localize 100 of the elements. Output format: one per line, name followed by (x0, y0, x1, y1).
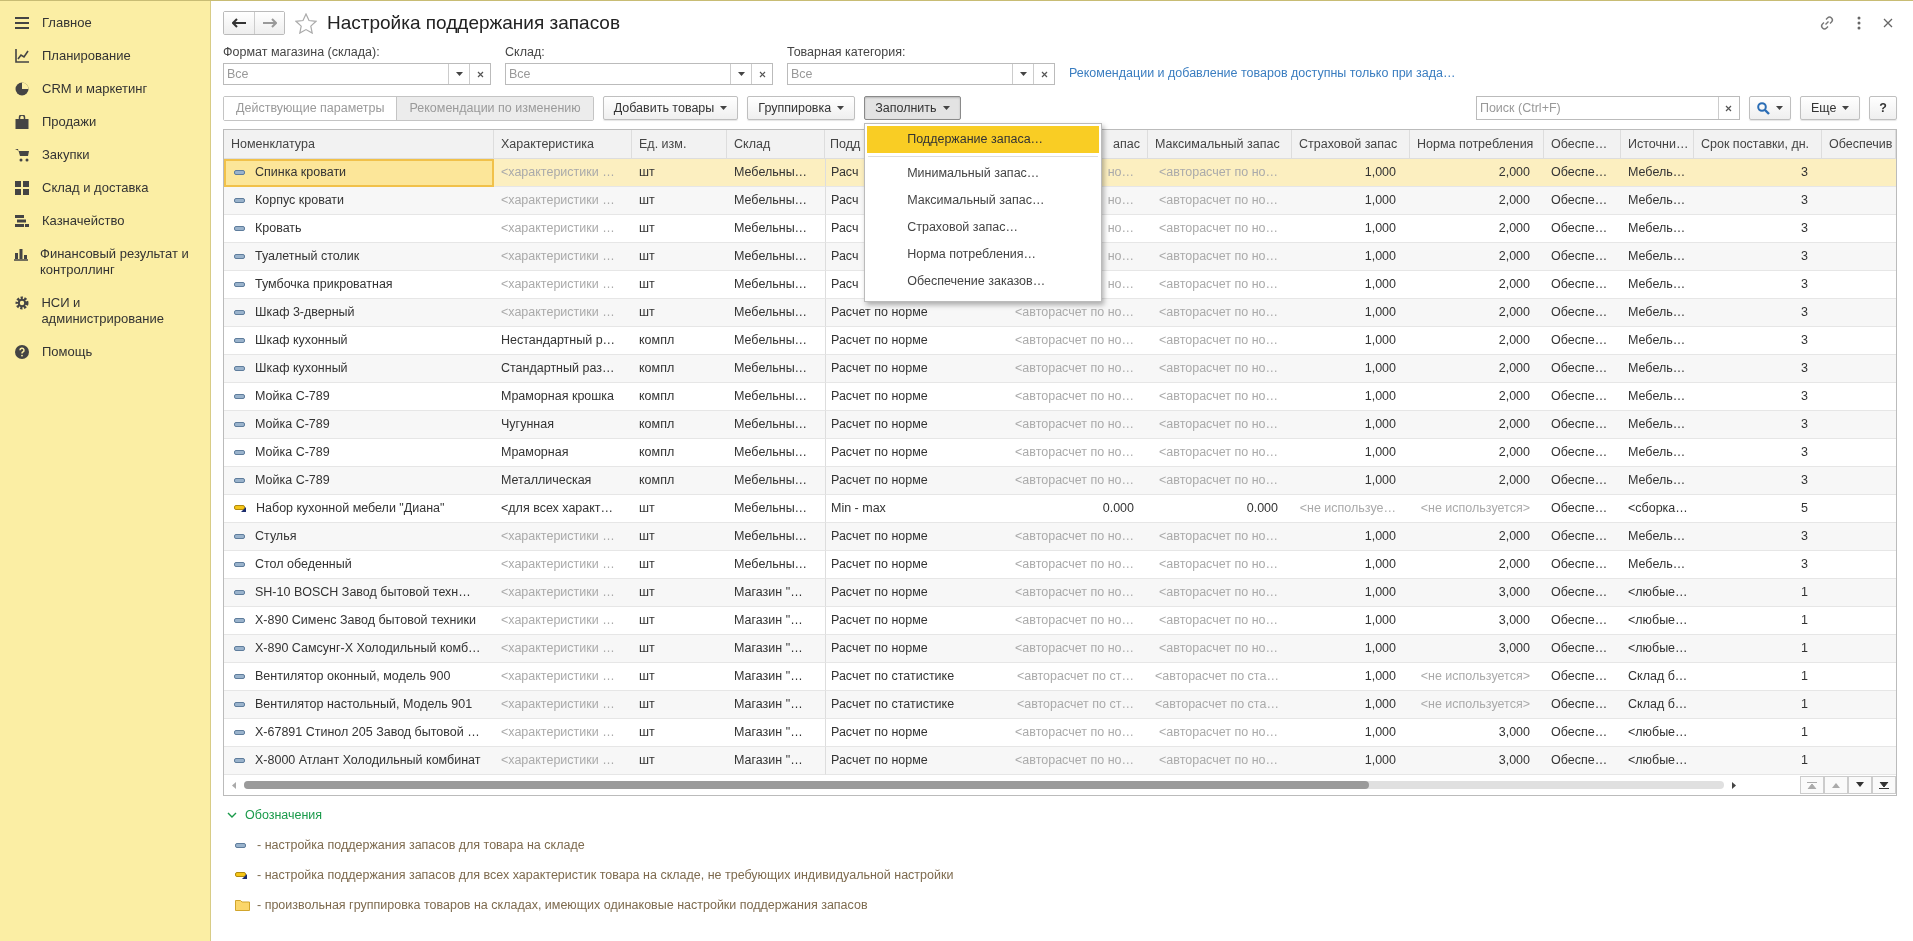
table-cell: <характеристики … (494, 579, 632, 607)
column-header[interactable]: Ед. изм. (632, 130, 727, 159)
table-cell: Мебельны… (727, 243, 825, 271)
table-cell: 2,000 (1410, 355, 1544, 383)
table-cell: компл (632, 411, 727, 439)
table-cell: компл (632, 355, 727, 383)
dropdown-icon[interactable] (737, 72, 745, 76)
table-cell: Расчет по норме (825, 299, 1005, 327)
table-cell: 1,000 (1292, 635, 1410, 663)
table-cell: Склад б… (1621, 691, 1694, 719)
last-page-button[interactable] (1872, 776, 1896, 794)
item-name: Спинка кровати (255, 164, 347, 181)
sidebar-item[interactable]: Продажи (0, 106, 210, 139)
menu-item[interactable]: Максимальный запас… (867, 187, 1100, 214)
column-header[interactable]: Обеспе… (1544, 130, 1621, 159)
clear-icon[interactable] (476, 70, 484, 78)
notice-link[interactable]: Рекомендации и добавление товаров доступны только при зада… (1069, 66, 1456, 85)
scrollbar-thumb[interactable] (244, 781, 1369, 789)
toolbar-button[interactable]: Группировка (747, 96, 856, 120)
item-icon (234, 338, 245, 343)
item-icon (234, 422, 245, 427)
item-name: Х-890 Сименс Завод бытовой техники (255, 612, 476, 629)
table-cell: Мебельны… (727, 467, 825, 495)
table-row[interactable]: Вентилятор настольный, Модель 901 <характеристики … шт Магазин "… Расчет по статистике <авторасчет по ст… <авторасчет по ста… 1,000 <не используется> Обеспе… Склад б… 1 (224, 691, 1896, 719)
sidebar-item[interactable]: Планирование (0, 40, 210, 73)
clear-icon[interactable] (758, 70, 766, 78)
filter-field[interactable]: Все (223, 63, 491, 85)
sidebar-item[interactable]: НСИ и администрирование (0, 287, 210, 336)
column-header[interactable]: Срок поставки, дн. (1694, 130, 1822, 159)
dropdown-icon[interactable] (455, 72, 463, 76)
clear-icon[interactable] (1725, 104, 1733, 112)
column-header[interactable]: Номенклатура (224, 130, 494, 159)
scrollbar-track[interactable] (244, 781, 1724, 789)
down-triangle-icon (1855, 782, 1865, 788)
back-button[interactable] (224, 12, 254, 34)
sidebar-item[interactable]: Закупки (0, 139, 210, 172)
more-icon[interactable] (1857, 16, 1861, 30)
sidebar-item[interactable]: Казначейство (0, 205, 210, 238)
column-header[interactable]: Характеристика (494, 130, 632, 159)
more-button[interactable]: Еще (1799, 96, 1861, 120)
table-cell: <авторасчет по но… (1005, 635, 1148, 663)
toolbar-button[interactable]: Добавить товары (602, 96, 739, 120)
help-button[interactable]: ? (1869, 96, 1897, 120)
filter-field[interactable]: Все (787, 63, 1055, 85)
item-name: Х-890 Самсунг-Х Холодильный комб… (255, 640, 481, 657)
menu-item[interactable]: Поддержание запаса… (867, 126, 1100, 153)
item-name: Вентилятор настольный, Модель 901 (255, 696, 473, 713)
table-cell: шт (632, 523, 727, 551)
table-row[interactable]: Мойка С-789 Металлическая компл Мебельны… Расчет по норме <авторасчет по но… <авторасчет по но… 1,000 2,000 Обеспе… Мебель… 3 (224, 467, 1896, 495)
dropdown-icon[interactable] (1019, 72, 1027, 76)
column-header[interactable]: Максимальный запас (1148, 130, 1292, 159)
item-icon (234, 478, 245, 483)
sidebar-item[interactable]: Склад и доставка (0, 172, 210, 205)
table-cell: <авторасчет по но… (1148, 187, 1292, 215)
table-cell: Магазин "… (727, 691, 825, 719)
menu-item[interactable]: Норма потребления… (867, 241, 1100, 268)
column-header[interactable]: Источни… (1621, 130, 1694, 159)
toolbar-button[interactable]: Заполнить (864, 96, 961, 120)
table-cell: 2,000 (1410, 467, 1544, 495)
table-row[interactable]: Х-8000 Атлант Холодильный комбинат <характеристики … шт Магазин "… Расчет по норме <авторасчет по но… <авторасчет по но… 1,000 3,000 Обеспе… <любые… 1 (224, 747, 1896, 775)
table-row[interactable]: Мойка С-789 Чугунная компл Мебельны… Расчет по норме <авторасчет по но… <авторасчет по но… 1,000 2,000 Обеспе… Мебель… 3 (224, 411, 1896, 439)
table-row[interactable]: Стулья <характеристики … шт Мебельны… Расчет по норме <авторасчет по но… <авторасчет по но… 1,000 2,000 Обеспе… Мебель… 3 (224, 523, 1896, 551)
clear-icon[interactable] (1040, 70, 1048, 78)
table-cell: 3 (1694, 243, 1822, 271)
search-field[interactable]: Поиск (Ctrl+F) (1475, 96, 1740, 120)
table-row[interactable]: Шкаф 3-дверный <характеристики … шт Мебельны… Расчет по норме <авторасчет по но… <авторасчет по но… 1,000 2,000 Обеспе… Мебель… 3 (224, 299, 1896, 327)
scroll-right-icon[interactable] (1732, 781, 1736, 789)
sidebar-item[interactable]: Главное (0, 7, 210, 40)
table-cell: Обеспе… (1544, 635, 1621, 663)
table-cell: 1 (1694, 691, 1822, 719)
bag-icon (15, 115, 29, 129)
table-cell: Магазин "… (727, 579, 825, 607)
table-cell: Обеспе… (1544, 523, 1621, 551)
table-cell: Мебель… (1621, 411, 1694, 439)
table-row[interactable]: Шкаф кухонный Стандартный раз… компл Мебельны… Расчет по норме <авторасчет по но… <авторасчет по но… 1,000 2,000 Обеспе… Мебель… 3 (224, 355, 1896, 383)
caret-icon (837, 106, 845, 110)
sidebar-item[interactable]: CRM и маркетинг (0, 73, 210, 106)
item-name: Мойка С-789 (255, 416, 330, 433)
table-cell: Обеспе… (1544, 411, 1621, 439)
sidebar-item[interactable]: Финансовый результат и контроллинг (0, 238, 210, 287)
star-icon[interactable] (295, 12, 317, 34)
legend-toggle[interactable]: Обозначения (223, 808, 1897, 822)
table-row[interactable]: Х-890 Самсунг-Х Холодильный комб… <характеристики … шт Магазин "… Расчет по норме <авторасчет по но… <авторасчет по но… 1,000 3,000 Обеспе… <любые… 1 (224, 635, 1896, 663)
item-name: Шкаф кухонный (255, 332, 348, 349)
column-header[interactable]: Норма потребления (1410, 130, 1544, 159)
link-icon[interactable] (1819, 15, 1835, 31)
table-cell: Обеспе… (1544, 187, 1621, 215)
sidebar-item[interactable]: Помощь (0, 336, 210, 369)
table-row[interactable]: SH-10 BOSCH Завод бытовой техн… <характеристики … шт Магазин "… Расчет по норме <авторасчет по но… <авторасчет по но… 1,000 3,000 Обеспе… <любые… 1 (224, 579, 1896, 607)
item-name: Вентилятор оконный, модель 900 (255, 668, 451, 685)
table-cell: <авторасчет по но… (1148, 579, 1292, 607)
column-header[interactable]: Обеспечив (1822, 130, 1896, 159)
column-header[interactable]: Страховой запас (1292, 130, 1410, 159)
search-button[interactable] (1748, 96, 1791, 120)
next-page-button[interactable] (1848, 776, 1872, 794)
filter-field[interactable]: Все (505, 63, 773, 85)
column-header[interactable]: Склад (727, 130, 825, 159)
table-cell: 1,000 (1292, 523, 1410, 551)
close-icon[interactable] (1883, 18, 1893, 28)
table-cell: Мебель… (1621, 299, 1694, 327)
